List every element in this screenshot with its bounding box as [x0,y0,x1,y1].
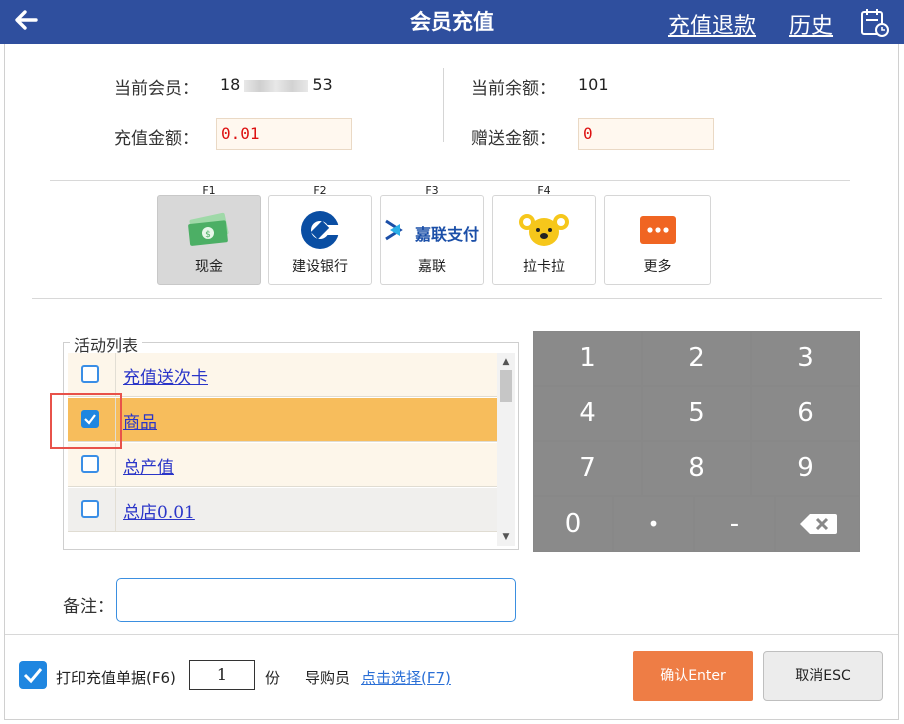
key-backspace[interactable] [776,497,859,551]
key-minus[interactable]: - [695,497,774,551]
key-8[interactable]: 8 [643,442,750,495]
remarks-label: 备注： [63,597,114,617]
payment-lakala-label: 拉卡拉 [523,259,565,275]
checkbox[interactable] [81,500,99,518]
print-receipt-label: 打印充值单据(F6) [56,669,176,687]
payment-cash[interactable]: $ 现金 [157,195,261,285]
more-icon [605,210,710,250]
recharge-amount-label: 充值金额： [114,129,199,149]
jialian-pay-logo-icon: 嘉联支付 [381,210,483,250]
checkbox[interactable] [81,455,99,473]
key-7[interactable]: 7 [534,442,641,495]
lakala-logo-icon [493,210,595,250]
history-link[interactable]: 历史 [789,8,833,40]
key-dot[interactable]: • [614,497,693,551]
payment-ccb-label: 建设银行 [292,259,348,275]
ccb-logo-icon [269,210,371,250]
key-6[interactable]: 6 [752,387,859,440]
payment-ccb[interactable]: 建设银行 [268,195,372,285]
guide-label: 导购员 [305,669,351,687]
list-item-link[interactable]: 商品 [123,408,157,433]
scroll-down-icon[interactable]: ▼ [497,529,515,545]
balance-label: 当前余额： [471,79,556,99]
key-1[interactable]: 1 [534,332,641,385]
section-divider-2 [32,298,882,299]
refund-link[interactable]: 充值退款 [668,8,756,40]
balance-value: 101 [578,75,609,94]
key-9[interactable]: 9 [752,442,859,495]
payment-jialian[interactable]: 嘉联支付 嘉联 [380,195,484,285]
section-divider [50,180,850,181]
backspace-icon [799,514,837,534]
payment-jialian-label: 嘉联 [418,259,446,275]
print-receipt-checkbox[interactable] [19,661,47,689]
svg-text:$: $ [205,230,211,240]
key-0[interactable]: 0 [534,497,612,551]
scroll-thumb[interactable] [500,370,512,402]
cash-icon: $ [158,210,260,250]
footer-divider [5,634,898,635]
key-4[interactable]: 4 [534,387,641,440]
cancel-button[interactable]: 取消ESC [763,651,883,701]
list-item[interactable]: 总产值 [68,443,497,487]
confirm-button[interactable]: 确认Enter [633,651,753,701]
scroll-up-icon[interactable]: ▲ [497,354,515,370]
copies-input[interactable]: 1 [189,660,255,690]
checkbox[interactable] [81,365,99,383]
select-guide-link[interactable]: 点击选择(F7) [361,667,451,688]
list-item[interactable]: 商品 [68,398,497,442]
info-divider [443,68,444,142]
remarks-input[interactable] [116,578,516,622]
list-item-link[interactable]: 总店0.01 [123,498,195,523]
masked-digits [244,79,309,92]
key-3[interactable]: 3 [752,332,859,385]
copies-unit: 份 [265,669,281,687]
payment-cash-label: 现金 [195,259,223,275]
payment-lakala[interactable]: 拉卡拉 [492,195,596,285]
key-5[interactable]: 5 [643,387,750,440]
list-item[interactable]: 总店0.01 [68,488,497,532]
current-member-label: 当前会员： [114,79,199,99]
bonus-amount-input[interactable]: 0 [578,118,714,150]
history-calendar-icon[interactable] [858,6,890,38]
payment-more-label: 更多 [643,259,672,275]
key-2[interactable]: 2 [643,332,750,385]
highlight-box [50,393,122,449]
list-item-link[interactable]: 充值送次卡 [123,363,208,388]
list-item[interactable]: 充值送次卡 [68,353,497,397]
member-phone: 18 53 [220,75,333,94]
member-phone-start: 18 [220,75,241,94]
page-title: 会员充值 [410,10,494,34]
payment-more[interactable]: 更多 [604,195,711,285]
jialian-logo-text: 嘉联支付 [415,225,480,244]
bonus-amount-label: 赠送金额： [471,129,556,149]
recharge-amount-input[interactable]: 0.01 [216,118,352,150]
member-phone-end: 53 [312,75,333,94]
list-item-link[interactable]: 总产值 [123,453,174,478]
